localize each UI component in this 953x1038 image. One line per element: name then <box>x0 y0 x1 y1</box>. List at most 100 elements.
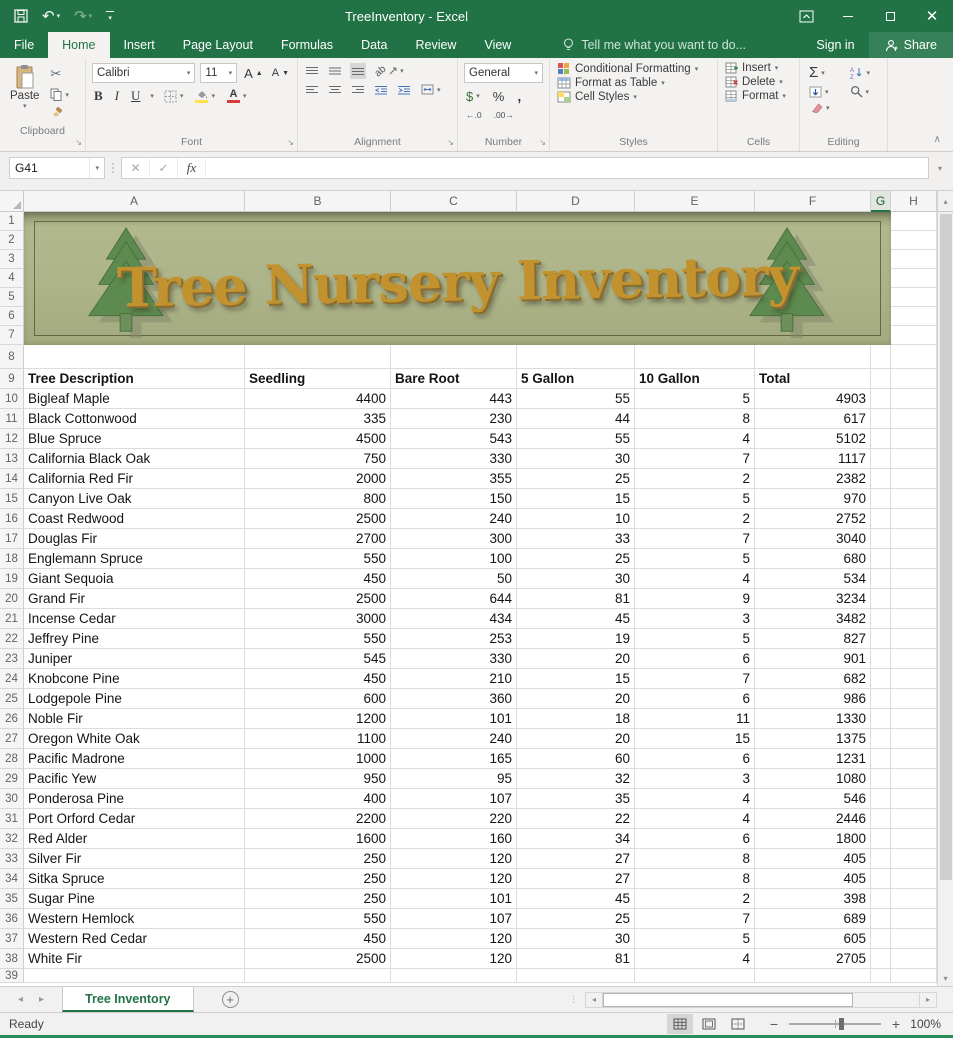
cell-G12[interactable] <box>871 429 891 449</box>
cell-H19[interactable] <box>891 569 937 589</box>
cell-F39[interactable] <box>755 969 871 983</box>
cell-B28[interactable]: 1000 <box>245 749 391 769</box>
row-header-32[interactable]: 32 <box>0 829 24 849</box>
cell-H4[interactable] <box>891 269 937 288</box>
clear-button[interactable]: ▾ <box>807 101 840 114</box>
ribbon-tab-data[interactable]: Data <box>347 32 401 58</box>
cell-E13[interactable]: 7 <box>635 449 755 469</box>
cell-G26[interactable] <box>871 709 891 729</box>
cell-D9[interactable]: 5 Gallon <box>517 369 635 389</box>
cell-E37[interactable]: 5 <box>635 929 755 949</box>
decrease-indent-button[interactable] <box>373 84 389 96</box>
cell-B39[interactable] <box>245 969 391 983</box>
cell-A36[interactable]: Western Hemlock <box>24 909 245 929</box>
cell-G17[interactable] <box>871 529 891 549</box>
cell-F15[interactable]: 970 <box>755 489 871 509</box>
row-header-17[interactable]: 17 <box>0 529 24 549</box>
cell-B27[interactable]: 1100 <box>245 729 391 749</box>
scroll-left-icon[interactable]: ◂ <box>585 992 603 1008</box>
collapse-ribbon-icon[interactable]: ∧ <box>934 134 941 145</box>
cell-D19[interactable]: 30 <box>517 569 635 589</box>
merge-center-button[interactable]: ▾ <box>419 83 443 96</box>
new-sheet-icon[interactable]: + <box>222 991 239 1008</box>
cell-C10[interactable]: 443 <box>391 389 517 409</box>
cell-H7[interactable] <box>891 326 937 345</box>
row-header-25[interactable]: 25 <box>0 689 24 709</box>
cell-H31[interactable] <box>891 809 937 829</box>
cell-G14[interactable] <box>871 469 891 489</box>
increase-indent-button[interactable] <box>396 84 412 96</box>
cell-H11[interactable] <box>891 409 937 429</box>
cell-C17[interactable]: 300 <box>391 529 517 549</box>
cell-C13[interactable]: 330 <box>391 449 517 469</box>
cell-A21[interactable]: Incense Cedar <box>24 609 245 629</box>
tree-nursery-banner-image[interactable]: Tree Nursery Inventory <box>24 212 891 345</box>
cell-E34[interactable]: 8 <box>635 869 755 889</box>
cell-B13[interactable]: 750 <box>245 449 391 469</box>
ribbon-tab-formulas[interactable]: Formulas <box>267 32 347 58</box>
cell-D23[interactable]: 20 <box>517 649 635 669</box>
cell-H13[interactable] <box>891 449 937 469</box>
copy-button[interactable]: ▾ <box>48 87 71 102</box>
cell-G8[interactable] <box>871 345 891 369</box>
cut-button[interactable]: ✂ <box>48 65 71 83</box>
cell-F28[interactable]: 1231 <box>755 749 871 769</box>
ribbon-tab-page-layout[interactable]: Page Layout <box>169 32 267 58</box>
cell-G15[interactable] <box>871 489 891 509</box>
font-dialog-launcher-icon[interactable]: ↘ <box>287 138 294 147</box>
cell-G16[interactable] <box>871 509 891 529</box>
cell-D18[interactable]: 25 <box>517 549 635 569</box>
cell-B10[interactable]: 4400 <box>245 389 391 409</box>
row-header-29[interactable]: 29 <box>0 769 24 789</box>
increase-decimal-button[interactable]: ←.0 <box>464 109 484 121</box>
cell-H28[interactable] <box>891 749 937 769</box>
align-top-button[interactable] <box>304 65 320 77</box>
percent-style-button[interactable]: % <box>491 88 507 105</box>
zoom-slider-thumb[interactable] <box>839 1018 844 1030</box>
cell-E39[interactable] <box>635 969 755 983</box>
cell-G35[interactable] <box>871 889 891 909</box>
cell-C19[interactable]: 50 <box>391 569 517 589</box>
cell-B8[interactable] <box>245 345 391 369</box>
cell-D25[interactable]: 20 <box>517 689 635 709</box>
cell-A23[interactable]: Juniper <box>24 649 245 669</box>
cell-F26[interactable]: 1330 <box>755 709 871 729</box>
cell-B25[interactable]: 600 <box>245 689 391 709</box>
cell-A35[interactable]: Sugar Pine <box>24 889 245 909</box>
horizontal-scrollbar[interactable]: ◂ ▸ <box>585 987 937 1012</box>
ribbon-tab-home[interactable]: Home <box>48 32 109 58</box>
cell-G37[interactable] <box>871 929 891 949</box>
cell-F14[interactable]: 2382 <box>755 469 871 489</box>
cell-C28[interactable]: 165 <box>391 749 517 769</box>
cell-E12[interactable]: 4 <box>635 429 755 449</box>
clipboard-dialog-launcher-icon[interactable]: ↘ <box>75 138 82 147</box>
cell-C23[interactable]: 330 <box>391 649 517 669</box>
cell-A39[interactable] <box>24 969 245 983</box>
cell-F37[interactable]: 605 <box>755 929 871 949</box>
cell-H36[interactable] <box>891 909 937 929</box>
cell-H38[interactable] <box>891 949 937 969</box>
bold-button[interactable]: B <box>92 87 105 105</box>
zoom-in-button[interactable]: + <box>887 1016 905 1032</box>
cell-D26[interactable]: 18 <box>517 709 635 729</box>
row-header-30[interactable]: 30 <box>0 789 24 809</box>
horizontal-scrollbar-thumb[interactable] <box>603 993 853 1007</box>
cell-A9[interactable]: Tree Description <box>24 369 245 389</box>
cell-F29[interactable]: 1080 <box>755 769 871 789</box>
cell-D37[interactable]: 30 <box>517 929 635 949</box>
comma-style-button[interactable]: , <box>515 87 523 105</box>
cell-E25[interactable]: 6 <box>635 689 755 709</box>
cell-H16[interactable] <box>891 509 937 529</box>
cell-E16[interactable]: 2 <box>635 509 755 529</box>
zoom-slider[interactable] <box>789 1023 881 1025</box>
cell-F17[interactable]: 3040 <box>755 529 871 549</box>
cell-G39[interactable] <box>871 969 891 983</box>
column-header-C[interactable]: C <box>391 191 517 212</box>
cell-H10[interactable] <box>891 389 937 409</box>
autosum-button[interactable]: Σ▾ <box>807 63 840 82</box>
cell-B30[interactable]: 400 <box>245 789 391 809</box>
cell-F24[interactable]: 682 <box>755 669 871 689</box>
redo-button[interactable]: ↷▾ <box>74 7 92 25</box>
row-header-38[interactable]: 38 <box>0 949 24 969</box>
format-painter-button[interactable] <box>48 106 71 120</box>
